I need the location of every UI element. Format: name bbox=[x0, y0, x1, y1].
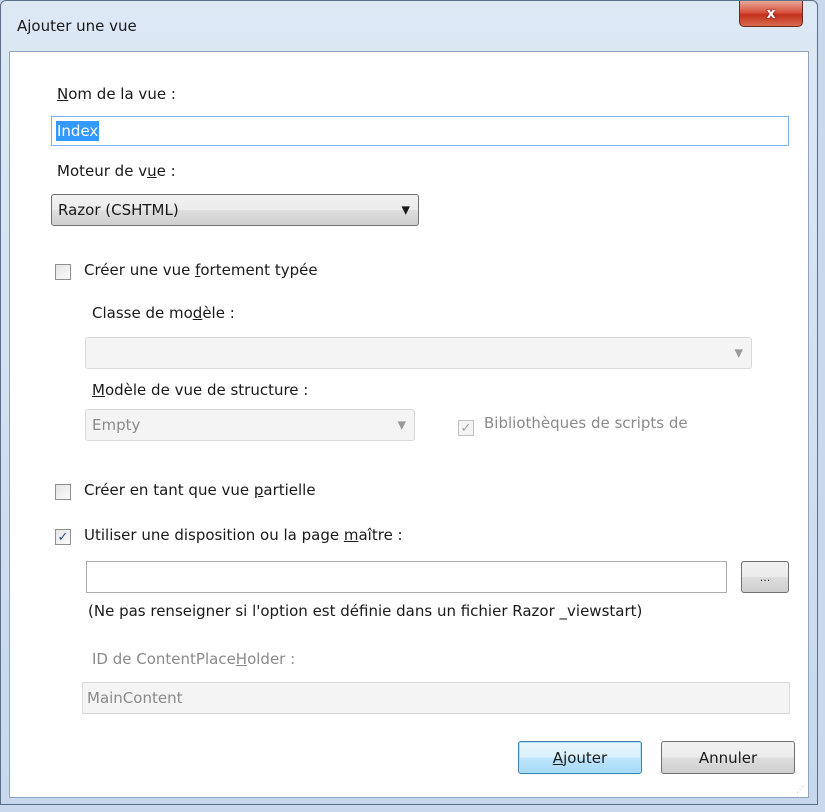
chevron-down-icon: ▼ bbox=[734, 346, 743, 360]
view-engine-value: Razor (CSHTML) bbox=[58, 201, 179, 219]
model-class-label: Classe de modèle : bbox=[92, 304, 235, 322]
partial-view-checkbox[interactable] bbox=[55, 484, 71, 500]
add-button[interactable]: Ajouter bbox=[518, 741, 642, 774]
close-icon: x bbox=[766, 5, 776, 22]
close-button[interactable]: x bbox=[739, 1, 803, 27]
view-engine-label: Moteur de vue : bbox=[57, 162, 176, 180]
cancel-button[interactable]: Annuler bbox=[661, 741, 795, 774]
dialog-window: Ajouter une vue x Nom de la vue : Index … bbox=[0, 0, 818, 805]
dialog-body: Nom de la vue : Index Moteur de vue : Ra… bbox=[9, 51, 809, 798]
partial-view-label: Créer en tant que vue partielle bbox=[84, 481, 316, 499]
layout-hint-text: (Ne pas renseigner si l'option est défin… bbox=[88, 602, 643, 620]
scaffold-template-label: Modèle de vue de structure : bbox=[92, 381, 309, 399]
scaffold-template-select[interactable]: Empty ▼ bbox=[85, 409, 415, 441]
chevron-down-icon: ▼ bbox=[401, 203, 410, 217]
script-libraries-label: Bibliothèques de scripts de bbox=[484, 414, 688, 432]
use-layout-label: Utiliser une disposition ou la page maît… bbox=[84, 526, 403, 544]
checkmark-icon: ✓ bbox=[460, 420, 472, 436]
view-engine-select[interactable]: Razor (CSHTML) ▼ bbox=[51, 194, 419, 226]
strongly-typed-checkbox[interactable] bbox=[55, 264, 71, 280]
use-layout-checkbox[interactable]: ✓ bbox=[55, 529, 71, 545]
strongly-typed-label: Créer une vue fortement typée bbox=[84, 261, 318, 279]
browse-layout-button[interactable]: ... bbox=[741, 561, 789, 593]
chevron-down-icon: ▼ bbox=[397, 418, 406, 432]
title-bar[interactable]: Ajouter une vue x bbox=[1, 1, 817, 51]
add-button-label: Ajouter bbox=[552, 748, 608, 767]
content-placeholder-value: MainContent bbox=[87, 689, 183, 707]
model-class-select[interactable]: ▼ bbox=[85, 337, 752, 369]
scaffold-template-value: Empty bbox=[92, 416, 141, 434]
cancel-button-label: Annuler bbox=[698, 748, 758, 767]
script-libraries-checkbox[interactable]: ✓ bbox=[458, 420, 474, 436]
content-placeholder-input[interactable]: MainContent bbox=[82, 682, 790, 714]
view-name-value: Index bbox=[56, 121, 100, 141]
view-name-label: Nom de la vue : bbox=[57, 85, 176, 103]
dialog-title: Ajouter une vue bbox=[17, 17, 137, 35]
content-placeholder-label: ID de ContentPlaceHolder : bbox=[92, 650, 296, 668]
checkmark-icon: ✓ bbox=[57, 529, 69, 545]
ellipsis-icon: ... bbox=[759, 570, 771, 584]
layout-page-input[interactable] bbox=[86, 561, 727, 593]
resize-grip-icon[interactable]: ⋰ bbox=[796, 785, 806, 795]
view-name-input[interactable]: Index bbox=[51, 116, 789, 146]
